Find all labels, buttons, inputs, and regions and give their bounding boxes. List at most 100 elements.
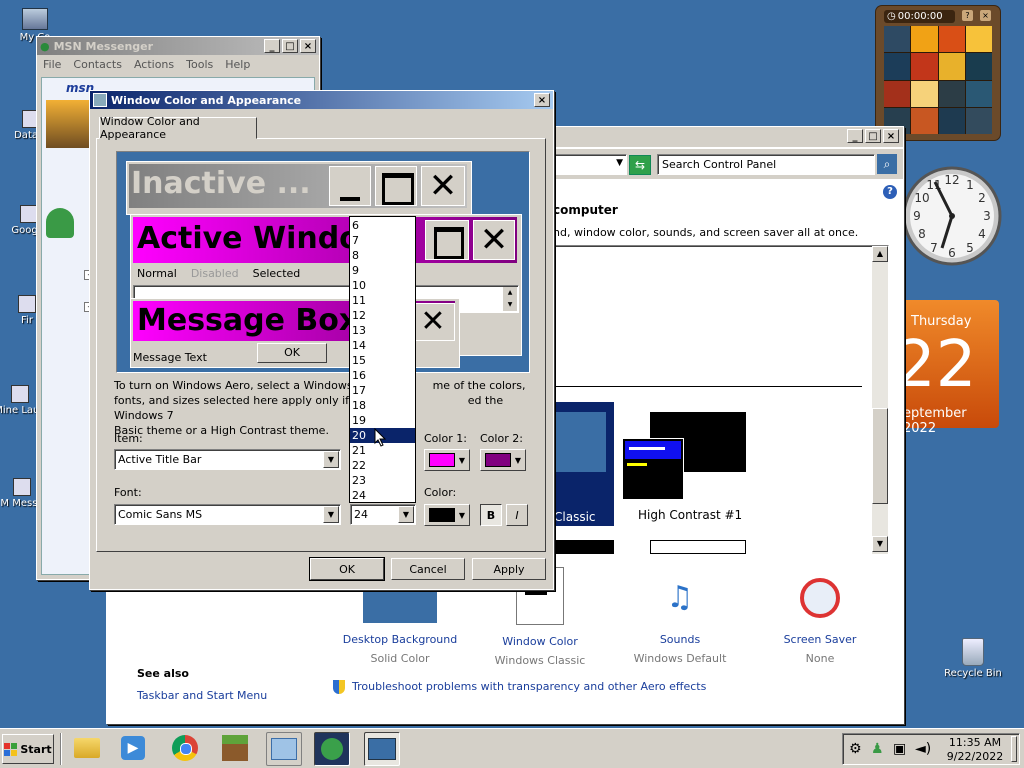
preview-inactive-window: Inactive ... ✕: [126, 161, 472, 215]
theme-high-contrast-1[interactable]: High Contrast #1: [622, 412, 762, 522]
menu-help[interactable]: Help: [225, 58, 250, 71]
size-option[interactable]: 6: [350, 218, 415, 233]
computer-icon: [22, 8, 48, 30]
close-button[interactable]: ×: [534, 93, 550, 107]
item-label: Item:: [114, 432, 143, 445]
size-option[interactable]: 7: [350, 233, 415, 248]
font-color-picker[interactable]: ▼: [424, 504, 470, 526]
size-option[interactable]: 18: [350, 398, 415, 413]
theme-classic[interactable]: Classic: [546, 402, 614, 526]
window-color-dialog[interactable]: Window Color and Appearance × Window Col…: [89, 90, 554, 590]
file-explorer-icon[interactable]: [70, 732, 104, 764]
size-option[interactable]: 8: [350, 248, 415, 263]
maximize-button[interactable]: □: [865, 129, 881, 143]
size-option[interactable]: 23: [350, 473, 415, 488]
svg-text:8: 8: [918, 227, 926, 241]
menu-actions[interactable]: Actions: [134, 58, 174, 71]
shortcut-icon: [11, 385, 29, 403]
puzzle-help-icon[interactable]: ?: [962, 10, 973, 21]
clock-gadget[interactable]: 12 1 2 3 4567 8 9 10 11: [902, 156, 1002, 276]
close-button[interactable]: ×: [883, 129, 899, 143]
svg-text:6: 6: [948, 246, 956, 260]
help-icon[interactable]: ?: [883, 185, 897, 199]
refresh-icon[interactable]: ⇆: [629, 155, 651, 175]
size-option[interactable]: 10: [350, 278, 415, 293]
calendar-gadget[interactable]: Thursday 22 eptember 2022: [895, 300, 999, 436]
show-desktop-button[interactable]: [1011, 736, 1017, 762]
window-color-taskbar-icon[interactable]: [364, 732, 400, 766]
chevron-down-icon: ▼: [323, 506, 339, 523]
sounds-item[interactable]: ♫ Sounds Windows Default: [617, 573, 743, 665]
msn-titlebar[interactable]: ● MSN Messenger _ □ ×: [37, 37, 319, 55]
scroll-down-icon[interactable]: ▼: [872, 536, 888, 552]
item-sublabel: Windows Classic: [494, 654, 586, 667]
troubleshoot-link[interactable]: Troubleshoot problems with transparency …: [352, 680, 706, 693]
puzzle-close-icon[interactable]: ×: [980, 10, 991, 21]
menu-file[interactable]: File: [43, 58, 61, 71]
minimize-button[interactable]: _: [264, 39, 280, 53]
clock-tray[interactable]: 11:35 AM 9/22/2022: [945, 736, 1005, 764]
search-input[interactable]: Search Control Panel: [657, 154, 875, 175]
shield-icon: [333, 680, 345, 694]
scroll-thumb[interactable]: [872, 408, 888, 504]
size-option[interactable]: 22: [350, 458, 415, 473]
svg-text:7: 7: [930, 241, 938, 255]
preview-close-icon: ✕: [421, 166, 465, 206]
puzzle-tiles[interactable]: [884, 26, 992, 134]
bold-button[interactable]: B: [480, 504, 502, 526]
preview-menu-selected: Selected: [252, 267, 301, 280]
size-option[interactable]: 17: [350, 383, 415, 398]
size-option[interactable]: 12: [350, 308, 415, 323]
monitor-icon[interactable]: ▣: [893, 741, 906, 757]
menu-contacts[interactable]: Contacts: [73, 58, 122, 71]
msn-messenger-taskbar-icon[interactable]: [314, 732, 350, 766]
media-player-icon[interactable]: ▶: [116, 732, 150, 764]
chrome-icon[interactable]: [168, 732, 202, 764]
size-option[interactable]: 11: [350, 293, 415, 308]
see-also-heading: See also: [137, 667, 189, 680]
network-icon[interactable]: ⚙: [849, 741, 862, 757]
menu-tools[interactable]: Tools: [186, 58, 213, 71]
screen-saver-item[interactable]: Screen Saver None: [757, 573, 883, 665]
control-panel-icon[interactable]: [266, 732, 302, 766]
chevron-down-icon: ▼: [616, 158, 623, 168]
tab-window-color[interactable]: Window Color and Appearance: [99, 115, 257, 141]
minecraft-icon[interactable]: [218, 732, 252, 764]
font-dropdown[interactable]: Comic Sans MS ▼: [114, 504, 341, 525]
size-option[interactable]: 13: [350, 323, 415, 338]
preview-message-text: Message Text: [133, 351, 207, 364]
desktop-icon-recycle-bin[interactable]: Recycle Bin: [938, 638, 1008, 679]
maximize-button[interactable]: □: [282, 39, 298, 53]
search-icon[interactable]: ⌕: [877, 154, 897, 174]
item-dropdown[interactable]: Active Title Bar ▼: [114, 449, 341, 470]
taskbar-start-menu-link[interactable]: Taskbar and Start Menu: [137, 689, 267, 702]
close-button[interactable]: ×: [300, 39, 316, 53]
messenger-tray-icon[interactable]: ♟: [871, 741, 884, 757]
chevron-down-icon: ▼: [458, 455, 466, 465]
volume-icon[interactable]: ◄): [915, 741, 931, 757]
font-size-dropdown[interactable]: 24 ▼: [350, 504, 416, 525]
start-button[interactable]: Start: [2, 734, 54, 764]
size-option[interactable]: 16: [350, 368, 415, 383]
cancel-button[interactable]: Cancel: [391, 558, 465, 580]
picture-puzzle-gadget[interactable]: ◷ 00:00:00 ? ×: [876, 6, 1000, 140]
font-size-list[interactable]: 6 7 8 9 10 11 12 13 14 15 16 17 18 19 20…: [349, 216, 416, 503]
size-option[interactable]: 15: [350, 353, 415, 368]
italic-button[interactable]: I: [506, 504, 528, 526]
theme-list[interactable]: Classic High Contrast #1 ▲ ▼: [546, 245, 889, 555]
dialog-titlebar[interactable]: Window Color and Appearance ×: [90, 91, 553, 109]
size-option[interactable]: 14: [350, 338, 415, 353]
scroll-up-icon[interactable]: ▲: [872, 246, 888, 262]
size-option[interactable]: 24: [350, 488, 415, 503]
theme-list-scrollbar[interactable]: ▲ ▼: [872, 246, 888, 554]
color1-picker[interactable]: ▼: [424, 449, 470, 471]
ok-button[interactable]: OK: [309, 557, 385, 581]
size-option[interactable]: 19: [350, 413, 415, 428]
font-label: Font:: [114, 486, 142, 499]
appearance-preview[interactable]: Inactive ... ✕ Active Window ✕ Normal Di…: [116, 151, 530, 373]
size-option[interactable]: 9: [350, 263, 415, 278]
color2-picker[interactable]: ▼: [480, 449, 526, 471]
apply-button[interactable]: Apply: [472, 558, 546, 580]
msn-menubar: File Contacts Actions Tools Help: [37, 55, 319, 73]
minimize-button[interactable]: _: [847, 129, 863, 143]
